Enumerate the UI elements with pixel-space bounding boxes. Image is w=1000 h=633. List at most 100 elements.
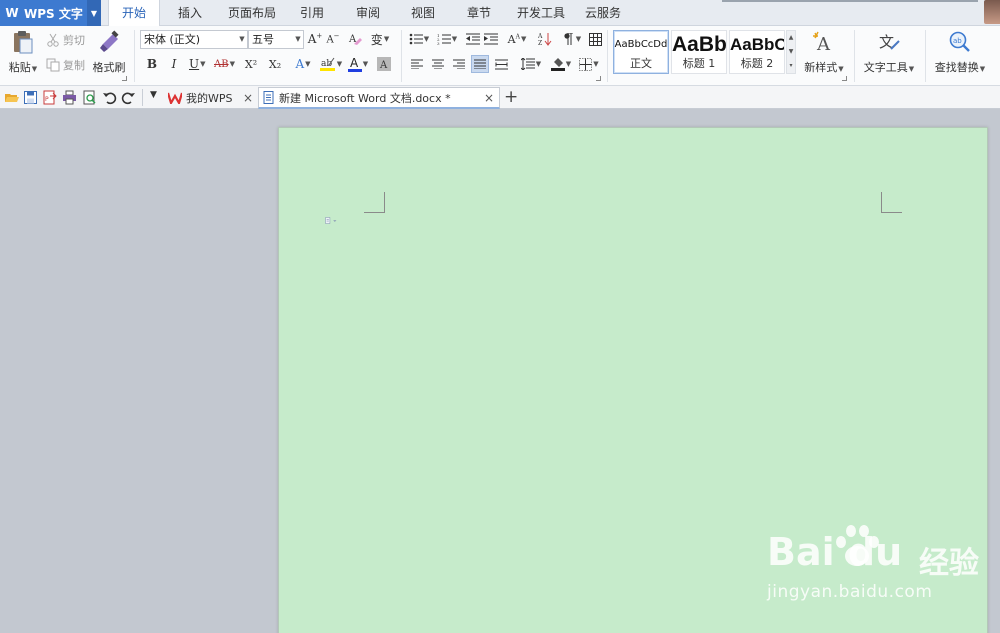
- line-spacing-button[interactable]: ▼: [518, 55, 544, 73]
- paste-options-icon[interactable]: [325, 214, 337, 227]
- table-border-button[interactable]: [586, 30, 604, 48]
- style-heading-1[interactable]: AaBb 标题 1: [671, 30, 727, 74]
- align-center-button[interactable]: [429, 55, 447, 73]
- style-normal[interactable]: AaBbCcDd 正文: [613, 30, 669, 74]
- close-icon[interactable]: ×: [484, 91, 494, 105]
- character-shading-button[interactable]: A: [375, 55, 393, 73]
- print-preview-icon[interactable]: [82, 90, 97, 105]
- tab-view[interactable]: 视图: [403, 0, 443, 26]
- styles-gallery-scroller[interactable]: ▲ ▼ ▾: [786, 30, 796, 74]
- export-pdf-icon[interactable]: P: [42, 90, 57, 105]
- tab-cloud-services[interactable]: 云服务: [580, 0, 626, 26]
- more-styles-icon[interactable]: ▾: [787, 59, 795, 73]
- font-name-combo[interactable]: 宋体 (正文) ▼: [140, 30, 248, 49]
- tab-references[interactable]: 引用: [292, 0, 332, 26]
- underline-button[interactable]: U ▼: [186, 55, 212, 73]
- numbered-list-button[interactable]: 1 2 3 ▼: [434, 30, 460, 48]
- print-icon[interactable]: [62, 90, 77, 105]
- find-replace-button[interactable]: ab 查找替换▼: [930, 29, 990, 75]
- sort-button[interactable]: AZ: [536, 30, 554, 48]
- svg-text:A: A: [538, 33, 543, 40]
- wps-logo-icon: W: [5, 6, 19, 20]
- copy-button[interactable]: 复制: [46, 56, 85, 73]
- cut-button[interactable]: 剪切: [46, 31, 85, 48]
- justify-button[interactable]: [471, 55, 489, 73]
- tab-developer[interactable]: 开发工具: [512, 0, 570, 26]
- styles-dialog-launcher[interactable]: [842, 76, 847, 81]
- paragraph-mark-icon: [564, 33, 573, 45]
- group-divider: [401, 30, 402, 82]
- align-left-button[interactable]: [408, 55, 426, 73]
- font-name-value: 宋体 (正文): [144, 33, 201, 46]
- shrink-font-button[interactable]: A−: [324, 30, 342, 48]
- clipboard-dialog-launcher[interactable]: [122, 76, 127, 81]
- font-size-combo[interactable]: 五号 ▼: [248, 30, 304, 49]
- decrease-indent-button[interactable]: [464, 30, 482, 48]
- grow-font-button[interactable]: A+: [306, 30, 324, 48]
- new-style-button[interactable]: A 新样式▼: [800, 29, 848, 75]
- tab-review[interactable]: 审阅: [348, 0, 388, 26]
- undo-icon[interactable]: [102, 90, 117, 105]
- highlight-button[interactable]: ab ▼: [318, 55, 344, 73]
- style-heading-2[interactable]: AaBbC 标题 2: [729, 30, 785, 74]
- new-tab-button[interactable]: +: [504, 87, 518, 107]
- text-tools-icon: 文: [876, 29, 902, 55]
- close-icon[interactable]: ×: [243, 91, 253, 105]
- quick-access-toolbar: P ▼ 我的WPS × 新建 Microsoft Word 文档.docx * …: [0, 86, 1000, 109]
- format-painter-button[interactable]: 格式刷: [92, 29, 126, 75]
- tab-home[interactable]: 开始: [108, 0, 160, 27]
- bullet-list-button[interactable]: ▼: [406, 30, 432, 48]
- avatar[interactable]: [984, 0, 1000, 24]
- align-right-icon: [453, 59, 465, 69]
- increase-indent-button[interactable]: [482, 30, 500, 48]
- clear-format-button[interactable]: A: [346, 30, 364, 48]
- ribbon-panel: 粘贴▼ 剪切 复制 格式刷 宋体 (正文) ▼ 五号 ▼ A+ A− A 变 ▼ …: [0, 26, 1000, 86]
- align-right-button[interactable]: [450, 55, 468, 73]
- document-canvas[interactable]: Bai du 经验 jingyan.baidu.com: [0, 109, 1000, 633]
- phonetic-guide-button[interactable]: 变 ▼: [368, 30, 392, 48]
- change-case-button[interactable]: AA ▼: [504, 30, 530, 48]
- save-icon[interactable]: [23, 90, 38, 105]
- doc-tab-my-wps[interactable]: 我的WPS ×: [168, 87, 258, 109]
- tab-chapter[interactable]: 章节: [459, 0, 499, 26]
- superscript-button[interactable]: X²: [242, 55, 260, 73]
- font-color-button[interactable]: A ▼: [346, 55, 370, 73]
- svg-text:P: P: [45, 96, 49, 103]
- text-tools-button[interactable]: 文 文字工具▼: [860, 29, 918, 75]
- group-divider: [925, 30, 926, 82]
- borders-button[interactable]: ▼: [576, 55, 602, 73]
- doc-tab-active-document[interactable]: 新建 Microsoft Word 文档.docx * ×: [258, 87, 500, 109]
- tab-insert[interactable]: 插入: [166, 0, 214, 26]
- redo-icon[interactable]: [121, 90, 136, 105]
- copy-label: 复制: [63, 58, 85, 72]
- paragraph-dialog-launcher[interactable]: [596, 76, 601, 81]
- strikethrough-button[interactable]: AB ▼: [214, 55, 240, 73]
- chevron-down-icon[interactable]: ▼: [87, 0, 101, 26]
- borders-icon: [579, 57, 593, 71]
- style-heading-1-name: 标题 1: [682, 57, 716, 70]
- show-marks-button[interactable]: ▼: [560, 30, 584, 48]
- chevron-down-icon[interactable]: ▼: [237, 31, 247, 48]
- distributed-button[interactable]: [492, 55, 510, 73]
- tab-page-layout[interactable]: 页面布局: [222, 0, 282, 26]
- numbered-list-icon: 123: [437, 33, 451, 45]
- document-page[interactable]: Bai du 经验 jingyan.baidu.com: [278, 127, 988, 633]
- watermark-url: jingyan.baidu.com: [767, 582, 933, 602]
- chevron-down-icon[interactable]: ▼: [787, 45, 795, 59]
- open-folder-icon[interactable]: [4, 90, 19, 105]
- style-normal-sample: AaBbCcDd: [614, 39, 668, 50]
- text-effect-button[interactable]: A ▼: [292, 55, 314, 73]
- app-menu-button[interactable]: W WPS 文字 ▼: [0, 0, 101, 26]
- paint-bucket-icon: [550, 58, 565, 71]
- customize-toolbar-icon[interactable]: ▼: [150, 90, 157, 100]
- style-heading-1-sample: AaBb: [672, 33, 726, 56]
- paste-button[interactable]: 粘贴▼: [6, 29, 40, 75]
- chevron-up-icon[interactable]: ▲: [787, 31, 795, 45]
- italic-button[interactable]: I: [165, 55, 183, 73]
- shading-button[interactable]: ▼: [548, 55, 574, 73]
- subscript-button[interactable]: X₂: [266, 55, 284, 73]
- svg-text:A: A: [350, 56, 359, 70]
- chevron-down-icon[interactable]: ▼: [293, 31, 303, 48]
- app-title: WPS 文字: [24, 6, 83, 21]
- bold-button[interactable]: B: [143, 55, 161, 73]
